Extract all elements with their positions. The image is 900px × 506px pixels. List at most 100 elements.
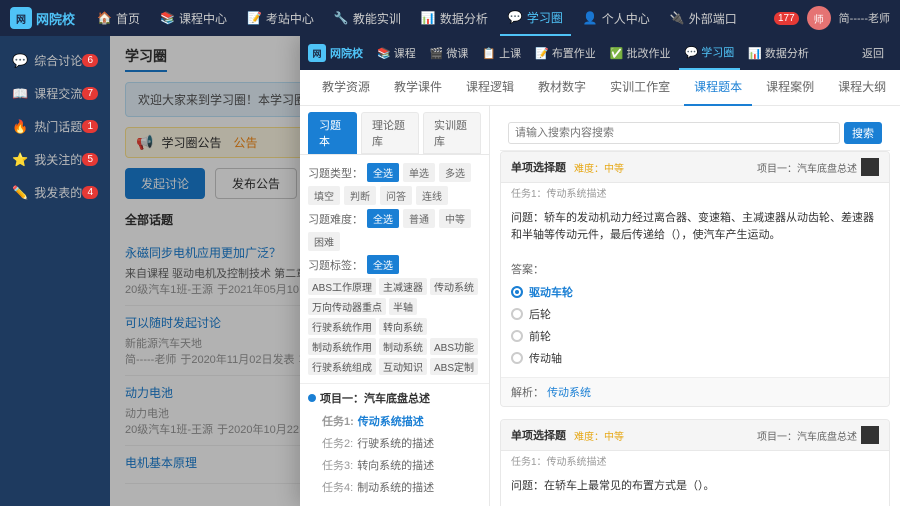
search-input[interactable] <box>508 122 840 144</box>
nav-data[interactable]: 📊 数据分析 <box>413 0 496 36</box>
subnav-course-outline[interactable]: 课程大纲 <box>828 70 896 106</box>
project-header-1: 项目一：汽车底盘总述 <box>308 390 481 406</box>
subnav-digital-material[interactable]: 教材数字 <box>528 70 596 106</box>
type-all[interactable]: 全选 <box>367 163 399 182</box>
logo[interactable]: 网 网院校 <box>10 7 75 29</box>
radio-selected <box>511 286 523 298</box>
exercise-tabs: 习题本 理论题库 实训题库 <box>300 106 489 155</box>
nav-right-area: 177 师 简-----老师 <box>774 6 890 30</box>
nav-exam[interactable]: 📝 考站中心 <box>239 0 322 36</box>
sidebar-item-posted[interactable]: ✏️ 我发表的 4 <box>0 176 110 209</box>
modal-nav-course[interactable]: 📚 课程 <box>371 36 422 70</box>
modal-overlay: 网 网院校 📚 课程 🎬 微课 📋 上课 <box>110 36 900 506</box>
diff-normal[interactable]: 普通 <box>403 209 435 228</box>
modal-grade-icon: ✅ <box>610 47 624 60</box>
nav-external[interactable]: 🔌 外部端口 <box>662 0 745 36</box>
nav-personal[interactable]: 👤 个人中心 <box>575 0 658 36</box>
subnav-course-logic[interactable]: 课程逻辑 <box>456 70 524 106</box>
qr-code-icon <box>861 426 879 444</box>
tab-theory-bank[interactable]: 理论题库 <box>361 112 419 154</box>
modal-window: 网 网院校 📚 课程 🎬 微课 📋 上课 <box>300 36 900 506</box>
question-type-2: 单项选择题 <box>511 427 566 443</box>
modal-nav-grade[interactable]: ✅ 批改作业 <box>604 36 677 70</box>
subnav-courseware[interactable]: 教学课件 <box>384 70 452 106</box>
type-connect[interactable]: 连线 <box>416 186 448 205</box>
sidebar-item-general[interactable]: 💬 综合讨论 6 <box>0 44 110 77</box>
type-filter-label: 习题类型： <box>308 165 363 181</box>
nav-home[interactable]: 🏠 首页 <box>89 0 148 36</box>
tab-exercise-book[interactable]: 习题本 <box>308 112 357 154</box>
modal-nav-data[interactable]: 📊 数据分析 <box>742 36 815 70</box>
type-filter-row: 习题类型： 全选 单选 多选 填空 判断 问答 连线 <box>308 163 481 205</box>
tab-practice-bank[interactable]: 实训题库 <box>423 112 481 154</box>
logo-text: 网院校 <box>36 9 75 28</box>
type-judge[interactable]: 判断 <box>344 186 376 205</box>
diff-medium[interactable]: 中等 <box>439 209 471 228</box>
tag-interactive[interactable]: 互动知识 <box>379 358 427 375</box>
tag-abs-custom[interactable]: ABS定制 <box>430 358 478 375</box>
subnav-teaching-resources[interactable]: 教学资源 <box>312 70 380 106</box>
modal-course-icon: 📚 <box>377 47 391 60</box>
sidebar-item-following[interactable]: ⭐ 我关注的 5 <box>0 143 110 176</box>
modal-nav-class[interactable]: 📋 上课 <box>476 36 527 70</box>
question-difficulty-1: 难度：中等 <box>574 160 624 175</box>
search-button[interactable]: 搜索 <box>844 122 882 144</box>
diff-filter-label: 习题难度： <box>308 211 363 227</box>
type-fill[interactable]: 填空 <box>308 186 340 205</box>
tag-drive-sys-use[interactable]: 行驶系统作用 <box>308 318 376 335</box>
personal-icon: 👤 <box>583 11 598 25</box>
nav-training[interactable]: 🔧 教能实训 <box>326 0 409 36</box>
type-multi[interactable]: 多选 <box>439 163 471 182</box>
explain-link-1[interactable]: 传动系统 <box>547 387 591 399</box>
tag-transmission[interactable]: 传动系统 <box>430 278 478 295</box>
modal-class-icon: 📋 <box>482 47 496 60</box>
diff-hard[interactable]: 困难 <box>308 232 340 251</box>
notification-badge[interactable]: 177 <box>774 12 799 25</box>
nav-courses[interactable]: 📚 课程中心 <box>152 0 235 36</box>
tag-all[interactable]: 全选 <box>367 255 399 274</box>
answer-option: 传动轴 <box>511 347 879 369</box>
tag-main-reducer[interactable]: 主减速器 <box>379 278 427 295</box>
tag-drive-compose[interactable]: 行驶系统组成 <box>308 358 376 375</box>
user-name[interactable]: 简-----老师 <box>839 10 890 26</box>
question-header-2: 单项选择题 难度：中等 项目一：汽车底盘总述 <box>501 420 889 451</box>
answer-option: 前轮 <box>511 325 879 347</box>
tag-abs[interactable]: ABS工作原理 <box>308 278 376 295</box>
subnav-training-studio[interactable]: 实训工作室 <box>600 70 680 106</box>
modal-nav-micro[interactable]: 🎬 微课 <box>424 36 475 70</box>
task-item[interactable]: 任务1: 传动系统描述 <box>308 410 481 432</box>
home-icon: 🏠 <box>97 11 112 25</box>
sidebar-item-course[interactable]: 📖 课程交流 7 <box>0 77 110 110</box>
user-avatar[interactable]: 师 <box>807 6 831 30</box>
task-item[interactable]: 任务3: 转向系统的描述 <box>308 454 481 476</box>
modal-micro-icon: 🎬 <box>430 47 444 60</box>
question-project-ref-2: 项目一：汽车底盘总述 <box>757 426 879 444</box>
subnav-exercise-book[interactable]: 课程题本 <box>684 70 752 106</box>
type-qa[interactable]: 问答 <box>380 186 412 205</box>
nav-learning-circle[interactable]: 💬 学习圈 <box>500 0 571 36</box>
tag-abs-func[interactable]: ABS功能 <box>430 338 478 355</box>
diff-all[interactable]: 全选 <box>367 209 399 228</box>
project-section-1: 项目一：汽车底盘总述 任务1: 传动系统描述 任务2: 行驶系统的描述 <box>300 384 489 504</box>
answer-option: 后轮 <box>511 303 879 325</box>
modal-nav-assign[interactable]: 📝 布置作业 <box>529 36 602 70</box>
task-item[interactable]: 任务4: 制动系统的描述 <box>308 476 481 498</box>
modal-logo-icon: 网 <box>308 44 326 62</box>
type-single[interactable]: 单选 <box>403 163 435 182</box>
tag-half-shaft[interactable]: 半轴 <box>389 298 417 315</box>
course-exchange-icon: 📖 <box>12 86 28 102</box>
question-type-1: 单项选择题 <box>511 159 566 175</box>
tag-universal-joint[interactable]: 万向传动器重点 <box>308 298 386 315</box>
project-dot-1 <box>308 394 316 402</box>
modal-back-button[interactable]: 返回 <box>854 45 892 61</box>
tag-brake[interactable]: 制动系统 <box>379 338 427 355</box>
external-icon: 🔌 <box>670 11 685 25</box>
subnav-course-cases[interactable]: 课程案例 <box>756 70 824 106</box>
sidebar-item-hot[interactable]: 🔥 热门话题 1 <box>0 110 110 143</box>
tag-brake-sys[interactable]: 制动系统作用 <box>308 338 376 355</box>
tag-filter-row: 习题标签： 全选 <box>308 255 481 274</box>
main-layout: 💬 综合讨论 6 📖 课程交流 7 🔥 热门话题 1 ⭐ 我关注的 5 <box>0 36 900 506</box>
task-item[interactable]: 任务2: 行驶系统的描述 <box>308 432 481 454</box>
tag-steering[interactable]: 转向系统 <box>379 318 427 335</box>
modal-nav-learning[interactable]: 💬 学习圈 <box>679 36 741 70</box>
